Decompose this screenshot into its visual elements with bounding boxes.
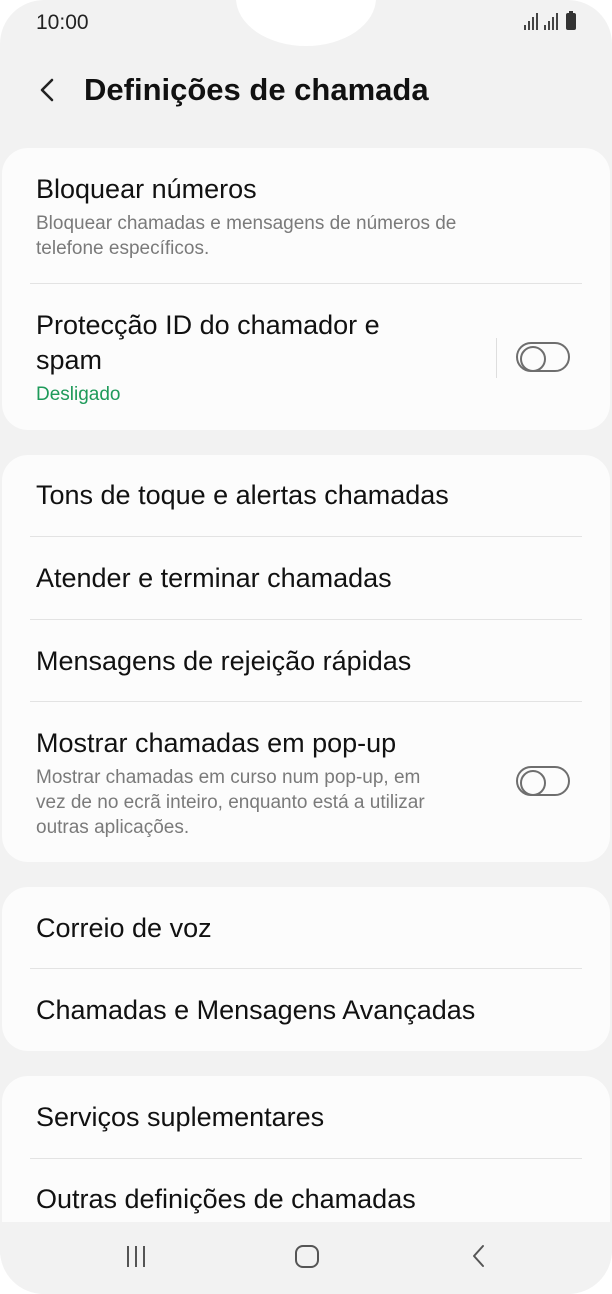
- status-icons: [524, 11, 576, 30]
- popup-calls-item[interactable]: Mostrar chamadas em pop-up Mostrar chama…: [2, 702, 610, 862]
- signal-icon: [524, 12, 538, 30]
- battery-icon: [566, 11, 576, 30]
- phone-screen: 10:00 Definições de chamada Bloquear núm…: [0, 0, 612, 1294]
- item-title: Serviços suplementares: [36, 1102, 325, 1132]
- app-header: Definições de chamada: [0, 60, 612, 120]
- settings-card-blocking: Bloquear números Bloquear chamadas e men…: [2, 148, 610, 430]
- settings-card-more: Serviços suplementares Outras definições…: [2, 1076, 610, 1226]
- answer-end-calls-item[interactable]: Atender e terminar chamadas: [2, 537, 610, 620]
- item-title: Chamadas e Mensagens Avançadas: [36, 995, 476, 1025]
- item-subtitle: telefone específicos.: [36, 238, 210, 259]
- item-subtitle: Mostrar chamadas em curso num pop-up, em: [36, 767, 421, 788]
- vertical-separator: [496, 338, 497, 378]
- quick-decline-messages-item[interactable]: Mensagens de rejeição rápidas: [2, 620, 610, 702]
- item-title: Mostrar chamadas em pop-up: [36, 728, 397, 758]
- settings-card-voicemail: Correio de voz Chamadas e Mensagens Avan…: [2, 887, 610, 1051]
- advanced-calling-messaging-item[interactable]: Chamadas e Mensagens Avançadas: [2, 969, 610, 1051]
- caller-id-toggle[interactable]: [516, 342, 570, 372]
- item-title: Outras definições de chamadas: [36, 1184, 416, 1214]
- item-subtitle: Bloquear chamadas e mensagens de números…: [36, 213, 457, 234]
- navigation-bar: [0, 1222, 612, 1294]
- item-title: Mensagens de rejeição rápidas: [36, 646, 412, 676]
- supplementary-services-item[interactable]: Serviços suplementares: [2, 1076, 610, 1158]
- settings-card-calls: Tons de toque e alertas chamadas Atender…: [2, 455, 610, 862]
- caller-id-spam-item[interactable]: Protecção ID do chamador e spam Desligad…: [2, 284, 610, 430]
- recents-button[interactable]: [106, 1234, 166, 1278]
- home-icon: [295, 1244, 319, 1268]
- status-text: Desligado: [36, 384, 121, 405]
- signal-icon: [544, 12, 558, 30]
- other-call-settings-item[interactable]: Outras definições de chamadas: [2, 1159, 610, 1226]
- item-title: spam: [36, 345, 103, 375]
- popup-calls-toggle[interactable]: [516, 766, 570, 796]
- recents-icon: [127, 1245, 145, 1267]
- nav-back-button[interactable]: [449, 1234, 509, 1278]
- item-subtitle: outras aplicações.: [36, 817, 190, 838]
- back-icon: [473, 1245, 484, 1267]
- item-title: Bloquear números: [36, 174, 257, 204]
- page-title: Definições de chamada: [84, 72, 429, 107]
- status-bar: 10:00: [0, 0, 612, 48]
- item-title: Correio de voz: [36, 913, 212, 943]
- voicemail-item[interactable]: Correio de voz: [2, 887, 610, 969]
- ringtones-alerts-item[interactable]: Tons de toque e alertas chamadas: [2, 455, 610, 537]
- back-button[interactable]: [28, 70, 68, 110]
- item-title: Atender e terminar chamadas: [36, 563, 392, 593]
- status-time: 10:00: [36, 11, 89, 34]
- back-arrow-icon: [40, 78, 54, 102]
- item-title: Protecção ID do chamador e: [36, 310, 380, 340]
- item-subtitle: vez de no ecrã inteiro, enquanto está a …: [36, 792, 425, 813]
- block-numbers-item[interactable]: Bloquear números Bloquear chamadas e men…: [2, 148, 610, 284]
- item-title: Tons de toque e alertas chamadas: [36, 480, 449, 510]
- home-button[interactable]: [277, 1234, 337, 1278]
